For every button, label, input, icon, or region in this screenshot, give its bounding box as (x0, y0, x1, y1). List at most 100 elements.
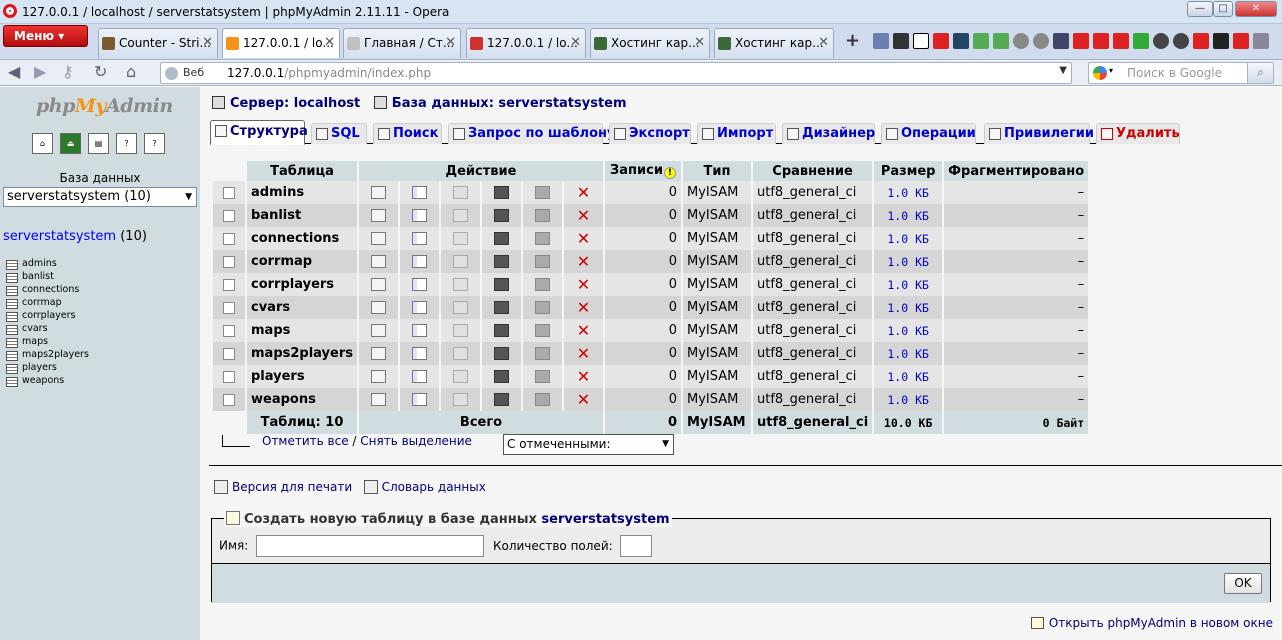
address-field[interactable]: Веб 127.0.0.1/phpmyadmin/index.php ▼ (160, 62, 1072, 84)
search-icon[interactable] (452, 370, 468, 383)
structure-icon[interactable] (411, 347, 427, 360)
drop-icon[interactable]: ✕ (576, 231, 591, 247)
tab-close-icon[interactable]: ✕ (202, 29, 213, 57)
bookmark-icon[interactable] (1013, 33, 1029, 49)
key-icon[interactable]: ⚷ (62, 64, 74, 80)
row-checkbox[interactable] (223, 324, 235, 337)
row-checkbox[interactable] (223, 370, 235, 383)
structure-icon[interactable] (411, 370, 427, 383)
sql-window-icon[interactable]: ▤ (88, 133, 109, 154)
tab-import[interactable]: Импорт (697, 123, 776, 144)
chevron-down-icon[interactable]: ▼ (1059, 65, 1067, 76)
size-cell[interactable]: 1.0 КБ (874, 273, 943, 296)
empty-icon[interactable] (534, 324, 550, 337)
empty-icon[interactable] (534, 209, 550, 222)
database-select[interactable]: serverstatsystem (10) ▼ (3, 187, 197, 207)
table-row[interactable]: admins ✕ 0 MyISAM utf8_general_ci 1.0 КБ – (213, 181, 1089, 204)
structure-icon[interactable] (411, 209, 427, 222)
fields-count-input[interactable] (620, 535, 653, 557)
table-name[interactable]: connections (247, 227, 357, 250)
drop-icon[interactable]: ✕ (576, 369, 591, 385)
size-cell[interactable]: 1.0 КБ (874, 181, 943, 204)
bookmark-icon[interactable] (1073, 33, 1089, 49)
web-badge[interactable]: Веб (165, 64, 204, 82)
bookmark-icon[interactable] (1093, 33, 1109, 49)
forward-arrow-icon[interactable]: ▶ (34, 64, 46, 80)
search-icon[interactable] (452, 347, 468, 360)
db-name-link[interactable]: serverstatsystem (3, 229, 116, 244)
tab-query[interactable]: Запрос по шаблону (448, 123, 615, 144)
tab-close-icon[interactable]: ✕ (818, 29, 829, 57)
drop-icon[interactable]: ✕ (576, 346, 591, 362)
table-row[interactable]: banlist ✕ 0 MyISAM utf8_general_ci 1.0 КБ – (213, 204, 1089, 227)
structure-icon[interactable] (411, 324, 427, 337)
empty-icon[interactable] (534, 186, 550, 199)
browser-tab-6[interactable]: Хостинг кар... ✕ (714, 28, 834, 58)
ok-button[interactable]: OK (1224, 573, 1262, 594)
bookmark-icon[interactable] (1253, 33, 1269, 49)
row-checkbox[interactable] (223, 347, 235, 360)
opera-menu-button[interactable]: Меню ▾ (3, 25, 88, 47)
insert-icon[interactable] (493, 255, 509, 268)
bookmark-icon[interactable] (1173, 33, 1189, 49)
row-checkbox[interactable] (223, 393, 235, 406)
drop-icon[interactable]: ✕ (576, 300, 591, 316)
insert-icon[interactable] (493, 370, 509, 383)
structure-icon[interactable] (411, 255, 427, 268)
empty-icon[interactable] (534, 255, 550, 268)
bookmark-icon[interactable] (1193, 33, 1209, 49)
tab-designer[interactable]: Дизайнер (782, 123, 875, 144)
data-dictionary-link[interactable]: Словарь данных (382, 480, 486, 494)
table-row[interactable]: corrplayers ✕ 0 MyISAM utf8_general_ci 1.0 КБ… (213, 273, 1089, 296)
empty-icon[interactable] (534, 278, 550, 291)
size-cell[interactable]: 1.0 КБ (874, 204, 943, 227)
bookmark-icon[interactable] (1113, 33, 1129, 49)
browse-icon[interactable] (370, 324, 386, 337)
sidebar-table-item[interactable]: admins (6, 257, 89, 270)
tab-close-icon[interactable]: ✕ (445, 29, 456, 57)
table-row[interactable]: weapons ✕ 0 MyISAM utf8_general_ci 1.0 КБ – (213, 388, 1089, 411)
table-row[interactable]: maps ✕ 0 MyISAM utf8_general_ci 1.0 КБ – (213, 319, 1089, 342)
reload-icon[interactable]: ↻ (94, 64, 107, 80)
size-cell[interactable]: 1.0 КБ (874, 250, 943, 273)
drop-icon[interactable]: ✕ (576, 254, 591, 270)
table-name[interactable]: corrmap (247, 250, 357, 273)
bookmark-icon[interactable] (873, 33, 889, 49)
tab-structure[interactable]: Структура (210, 120, 308, 145)
structure-icon[interactable] (411, 278, 427, 291)
browse-icon[interactable] (370, 186, 386, 199)
open-new-window-link[interactable]: Открыть phpMyAdmin в новом окне (1049, 616, 1273, 630)
table-name-input[interactable] (256, 535, 485, 557)
bookmark-icon[interactable] (913, 33, 929, 49)
sidebar-table-item[interactable]: corrplayers (6, 309, 89, 322)
back-arrow-icon[interactable]: ◀ (8, 64, 20, 80)
breadcrumb-database[interactable]: База данных: serverstatsystem (392, 96, 627, 111)
browser-tab-2[interactable]: 127.0.0.1 / lo... ✕ (222, 28, 340, 58)
table-row[interactable]: maps2players ✕ 0 MyISAM utf8_general_ci 1.0 К… (213, 342, 1089, 365)
sidebar-table-item[interactable]: players (6, 361, 89, 374)
table-name[interactable]: players (247, 365, 357, 388)
docs-icon[interactable]: ? (116, 133, 137, 154)
drop-icon[interactable]: ✕ (576, 208, 591, 224)
insert-icon[interactable] (493, 347, 509, 360)
insert-icon[interactable] (493, 232, 509, 245)
browse-icon[interactable] (370, 301, 386, 314)
table-name[interactable]: maps2players (247, 342, 357, 365)
sidebar-table-item[interactable]: banlist (6, 270, 89, 283)
insert-icon[interactable] (493, 186, 509, 199)
print-view-link[interactable]: Версия для печати (232, 480, 352, 494)
header-table[interactable]: Таблица (247, 161, 357, 181)
size-cell[interactable]: 1.0 КБ (874, 227, 943, 250)
structure-icon[interactable] (411, 232, 427, 245)
tab-sql[interactable]: SQL (311, 123, 367, 144)
bookmark-icon[interactable] (893, 33, 909, 49)
bookmark-icon[interactable] (1153, 33, 1169, 49)
check-all-link[interactable]: Отметить все (262, 434, 349, 448)
row-checkbox[interactable] (223, 232, 235, 245)
sql-docs-icon[interactable]: ? (144, 133, 165, 154)
structure-icon[interactable] (411, 393, 427, 406)
sidebar-table-item[interactable]: weapons (6, 374, 89, 387)
table-row[interactable]: cvars ✕ 0 MyISAM utf8_general_ci 1.0 КБ – (213, 296, 1089, 319)
size-cell[interactable]: 1.0 КБ (874, 296, 943, 319)
browse-icon[interactable] (370, 278, 386, 291)
